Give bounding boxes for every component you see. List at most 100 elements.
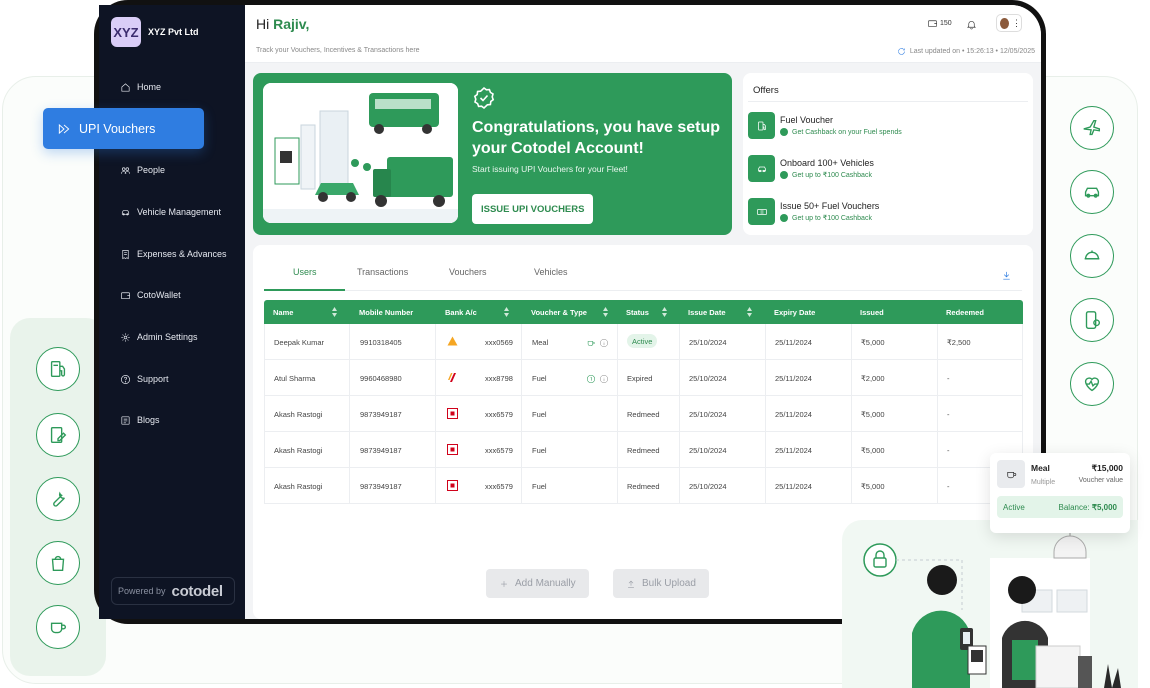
tab-vouchers[interactable]: Vouchers — [449, 267, 487, 277]
cell-mobile: 9910318405 — [360, 338, 402, 347]
download-icon — [1003, 271, 1010, 280]
column-header: Expiry Date — [774, 308, 816, 317]
sidebar-item-expenses[interactable]: Expenses & Advances — [120, 247, 227, 261]
divider — [435, 432, 436, 468]
profile-menu[interactable]: ⋮ — [996, 14, 1022, 32]
tab-users[interactable]: Users — [293, 267, 317, 277]
refresh-icon[interactable] — [897, 47, 906, 56]
divider — [679, 324, 680, 360]
send-icon — [58, 123, 70, 134]
voucher-amount: ₹15,000 — [1091, 463, 1123, 473]
divider — [851, 468, 852, 504]
divider — [851, 396, 852, 432]
sidebar-item-blogs[interactable]: Blogs — [120, 413, 160, 427]
coffee-cup-icon — [997, 460, 1025, 488]
plus-icon — [501, 580, 507, 587]
sidebar-item-home[interactable]: Home — [120, 80, 161, 94]
sort-icon[interactable] — [661, 306, 668, 318]
cell-bank: xxx8798 — [485, 374, 513, 383]
fuel-pump-icon — [748, 112, 775, 139]
sort-icon[interactable] — [602, 306, 609, 318]
divider — [937, 324, 938, 360]
offers-title: Offers — [753, 85, 779, 96]
cell-voucher-type: Meal — [532, 338, 549, 347]
column-header[interactable]: Voucher & Type — [531, 308, 587, 317]
cashback-icon — [780, 171, 788, 179]
download-button[interactable] — [1001, 268, 1012, 286]
taxi-icon — [1070, 170, 1114, 214]
voucher-usage: Multiple — [1031, 479, 1056, 486]
cell-expiry-date: 25/11/2024 — [775, 374, 812, 383]
info-icon[interactable] — [599, 371, 609, 389]
sidebar-item-people[interactable]: People — [120, 163, 165, 177]
tab-vehicles[interactable]: Vehicles — [534, 267, 568, 277]
info-icon[interactable] — [599, 335, 609, 353]
cell-expiry-date: 25/11/2024 — [775, 338, 812, 347]
upi-vouchers-label: UPI Vouchers — [79, 121, 156, 136]
sidebar-item-cotowallet[interactable]: CotoWallet — [120, 288, 181, 302]
cell-voucher-type: Fuel — [532, 374, 547, 383]
meal-voucher-card[interactable]: Meal Multiple ₹15,000 Voucher value Acti… — [990, 453, 1130, 533]
add-manually-label: Add Manually — [515, 578, 576, 589]
cotodel-logo: cotodel — [171, 582, 224, 600]
bank-logo-icon — [447, 480, 458, 491]
people-icon — [121, 166, 130, 174]
setup-banner: Congratulations, you have setup your Cot… — [253, 73, 732, 235]
table-row[interactable]: Atul Sharma 9960468980 xxx8798 Fuel Expi… — [264, 360, 1023, 396]
offers-card: Offers Fuel Voucher Get Cashback on your… — [743, 73, 1033, 235]
offer-item[interactable]: Fuel Voucher Get Cashback on your Fuel s… — [748, 112, 902, 139]
issue-upi-vouchers-button[interactable]: ISSUE UPI VOUCHERS — [472, 194, 594, 224]
sort-icon[interactable] — [746, 306, 753, 318]
divider — [937, 396, 938, 432]
tab-transactions[interactable]: Transactions — [357, 267, 408, 277]
divider — [521, 324, 522, 360]
column-header[interactable]: Name — [273, 308, 293, 317]
cell-voucher-type: Fuel — [532, 446, 547, 455]
offer-name: Fuel Voucher — [780, 115, 834, 125]
cell-status: Expired — [627, 374, 653, 383]
table-header: Name Mobile Number Bank A/c Voucher & Ty… — [264, 300, 1023, 324]
bulk-upload-button[interactable]: Bulk Upload — [613, 569, 709, 598]
avatar — [1000, 17, 1009, 29]
table-row[interactable]: Akash Rastogi 9873949187 xxx6579 Fuel Re… — [264, 468, 1023, 504]
divider — [617, 468, 618, 504]
cell-status: Redmeed — [627, 410, 660, 419]
add-manually-button[interactable]: Add Manually — [486, 569, 589, 598]
cell-issued: ₹5,000 — [861, 482, 885, 491]
sidebar-item-admin-settings[interactable]: Admin Settings — [120, 330, 198, 344]
divider — [765, 468, 766, 504]
banner-title: Congratulations, you have setup your Cot… — [472, 119, 721, 157]
cell-expiry-date: 25/11/2024 — [775, 446, 812, 455]
table-row[interactable]: Akash Rastogi 9873949187 xxx6579 Fuel Re… — [264, 396, 1023, 432]
cell-issued: ₹2,000 — [861, 374, 885, 383]
sidebar-item-label: People — [137, 165, 166, 175]
upi-vouchers-nav-pill[interactable]: UPI Vouchers — [43, 108, 204, 149]
voucher-status-bar: Active Balance: ₹5,000 — [997, 496, 1123, 518]
cell-issue-date: 25/10/2024 — [689, 446, 727, 455]
sort-icon[interactable] — [503, 306, 510, 318]
company-name: XYZ Pvt Ltd — [148, 27, 199, 37]
column-header[interactable]: Bank A/c — [445, 308, 477, 317]
cell-issue-date: 25/10/2024 — [689, 482, 727, 491]
car-icon — [748, 155, 775, 182]
notifications-button[interactable] — [966, 17, 977, 35]
gear-icon — [121, 332, 130, 342]
bank-logo-icon — [447, 444, 458, 455]
table-row[interactable]: Deepak Kumar 9910318405 xxx0569 Meal Act… — [264, 324, 1023, 360]
offer-item[interactable]: Onboard 100+ Vehicles Get up to ₹100 Cas… — [748, 155, 874, 182]
column-header[interactable]: Issue Date — [688, 308, 726, 317]
offer-item[interactable]: Issue 50+ Fuel Vouchers Get up to ₹100 C… — [748, 198, 879, 225]
divider — [617, 360, 618, 396]
sort-icon[interactable] — [331, 306, 338, 318]
column-header[interactable]: Status — [626, 308, 649, 317]
wallet-count: 150 — [940, 19, 952, 27]
wallet-count-button[interactable]: 150 — [927, 16, 952, 30]
sidebar-item-support[interactable]: Support — [120, 372, 169, 386]
divider — [937, 468, 938, 504]
divider — [521, 396, 522, 432]
sidebar-item-vehicle-management[interactable]: Vehicle Management — [120, 205, 221, 219]
table-row[interactable]: Akash Rastogi 9873949187 xxx6579 Fuel Re… — [264, 432, 1023, 468]
hotel-bell-icon — [1070, 234, 1114, 278]
bell-icon — [967, 21, 976, 30]
powered-by-badge: Powered by cotodel — [111, 577, 235, 605]
